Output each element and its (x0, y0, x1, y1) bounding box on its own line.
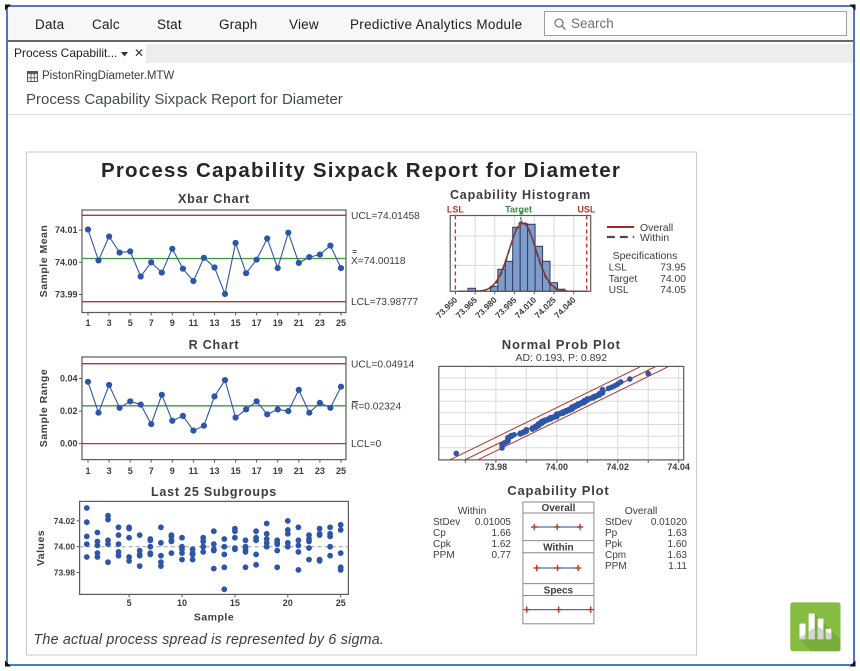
svg-text:R=0.02324: R=0.02324 (351, 402, 401, 413)
svg-text:Cp: Cp (433, 528, 446, 539)
svg-text:Cpk: Cpk (433, 539, 452, 550)
svg-text:Capability Plot: Capability Plot (507, 483, 609, 498)
svg-text:74.04: 74.04 (667, 462, 690, 472)
svg-text:74.02: 74.02 (606, 462, 629, 472)
svg-text:1.62: 1.62 (492, 539, 512, 550)
svg-text:UCL=74.01458: UCL=74.01458 (351, 211, 420, 222)
svg-text:25: 25 (336, 466, 346, 476)
svg-text:1.63: 1.63 (668, 528, 688, 539)
svg-text:Xbar Chart: Xbar Chart (178, 192, 250, 206)
svg-text:19: 19 (273, 466, 283, 476)
svg-text:13: 13 (209, 466, 219, 476)
svg-text:StDev: StDev (433, 517, 460, 528)
svg-text:74.00: 74.00 (55, 257, 78, 267)
svg-text:0.04: 0.04 (60, 374, 78, 384)
svg-text:Within: Within (458, 506, 487, 517)
svg-text:Sample: Sample (194, 612, 234, 624)
svg-text:1.60: 1.60 (668, 539, 688, 550)
svg-text:UCL=0.04914: UCL=0.04914 (351, 360, 414, 371)
svg-text:23: 23 (315, 318, 325, 328)
svg-text:3: 3 (107, 318, 112, 328)
svg-text:73.99: 73.99 (55, 290, 78, 300)
svg-text:7: 7 (149, 466, 154, 476)
svg-text:Target: Target (505, 205, 532, 215)
svg-text:R Chart: R Chart (189, 338, 240, 352)
svg-text:9: 9 (170, 318, 175, 328)
svg-text:Values: Values (35, 530, 47, 566)
svg-text:X=74.00118: X=74.00118 (351, 256, 406, 267)
svg-text:Overall: Overall (541, 503, 575, 514)
svg-text:Sample Mean: Sample Mean (38, 225, 50, 298)
svg-text:Process Capability Sixpack Rep: Process Capability Sixpack Report for Di… (101, 159, 621, 182)
svg-text:StDev: StDev (605, 517, 632, 528)
svg-text:74.00: 74.00 (660, 274, 686, 285)
svg-text:LCL=0: LCL=0 (351, 439, 382, 450)
svg-text:5: 5 (128, 466, 133, 476)
svg-text:Target: Target (609, 274, 638, 285)
svg-text:17: 17 (252, 318, 262, 328)
svg-text:1: 1 (85, 318, 90, 328)
svg-text:PPM: PPM (433, 550, 455, 561)
svg-text:The actual process spread is r: The actual process spread is represented… (34, 632, 385, 648)
svg-text:0.01005: 0.01005 (475, 517, 512, 528)
svg-text:11: 11 (189, 466, 199, 476)
svg-text:73.95: 73.95 (660, 263, 686, 274)
svg-text:Cpm: Cpm (605, 550, 626, 561)
svg-text:74.02: 74.02 (54, 516, 76, 526)
svg-text:5: 5 (128, 318, 133, 328)
svg-text:LSL: LSL (609, 263, 628, 274)
svg-text:9: 9 (170, 466, 175, 476)
svg-text:=: = (352, 248, 357, 257)
svg-text:23: 23 (315, 466, 325, 476)
svg-text:LCL=73.98777: LCL=73.98777 (351, 297, 418, 308)
svg-text:25: 25 (336, 318, 346, 328)
svg-text:73.98: 73.98 (485, 462, 508, 472)
svg-text:1: 1 (85, 466, 90, 476)
svg-text:74.05: 74.05 (660, 285, 686, 296)
svg-text:3: 3 (107, 466, 112, 476)
svg-text:USL: USL (609, 285, 629, 296)
svg-text:73.98: 73.98 (54, 568, 76, 578)
svg-text:5: 5 (127, 598, 132, 608)
svg-text:0.02: 0.02 (60, 406, 78, 416)
svg-text:10: 10 (177, 598, 187, 608)
svg-text:Overall: Overall (625, 506, 658, 517)
svg-text:19: 19 (273, 318, 283, 328)
svg-text:74.01: 74.01 (55, 225, 78, 235)
svg-text:1.66: 1.66 (492, 528, 512, 539)
svg-text:Specs: Specs (544, 585, 574, 596)
svg-text:15: 15 (230, 598, 240, 608)
svg-text:1.11: 1.11 (668, 561, 687, 572)
svg-text:1.63: 1.63 (668, 550, 688, 561)
svg-text:AD: 0.193, P: 0.892: AD: 0.193, P: 0.892 (515, 352, 607, 364)
svg-text:25: 25 (336, 598, 346, 608)
svg-text:21: 21 (294, 318, 304, 328)
svg-text:74.00: 74.00 (546, 462, 569, 472)
svg-text:Ppk: Ppk (605, 539, 623, 550)
svg-text:Sample Range: Sample Range (38, 369, 50, 447)
svg-text:15: 15 (231, 318, 241, 328)
svg-text:21: 21 (294, 466, 304, 476)
svg-text:Within: Within (640, 232, 669, 244)
svg-text:0.00: 0.00 (60, 439, 78, 449)
svg-text:Within: Within (543, 543, 573, 554)
svg-text:Last 25 Subgroups: Last 25 Subgroups (151, 485, 277, 499)
svg-text:17: 17 (252, 466, 262, 476)
svg-text:20: 20 (283, 598, 293, 608)
svg-text:PPM: PPM (605, 561, 627, 572)
svg-text:LSL: LSL (447, 205, 465, 215)
svg-text:Specifications: Specifications (613, 250, 678, 262)
svg-text:USL: USL (577, 205, 596, 215)
svg-text:0.01020: 0.01020 (651, 517, 688, 528)
svg-text:Normal Prob Plot: Normal Prob Plot (502, 337, 621, 352)
svg-text:13: 13 (209, 318, 219, 328)
svg-text:7: 7 (149, 318, 154, 328)
svg-text:11: 11 (189, 318, 199, 328)
svg-text:74.00: 74.00 (54, 542, 76, 552)
svg-text:15: 15 (231, 466, 241, 476)
svg-text:0.77: 0.77 (492, 550, 512, 561)
svg-text:Pp: Pp (605, 528, 618, 539)
svg-text:Capability Histogram: Capability Histogram (450, 188, 591, 202)
